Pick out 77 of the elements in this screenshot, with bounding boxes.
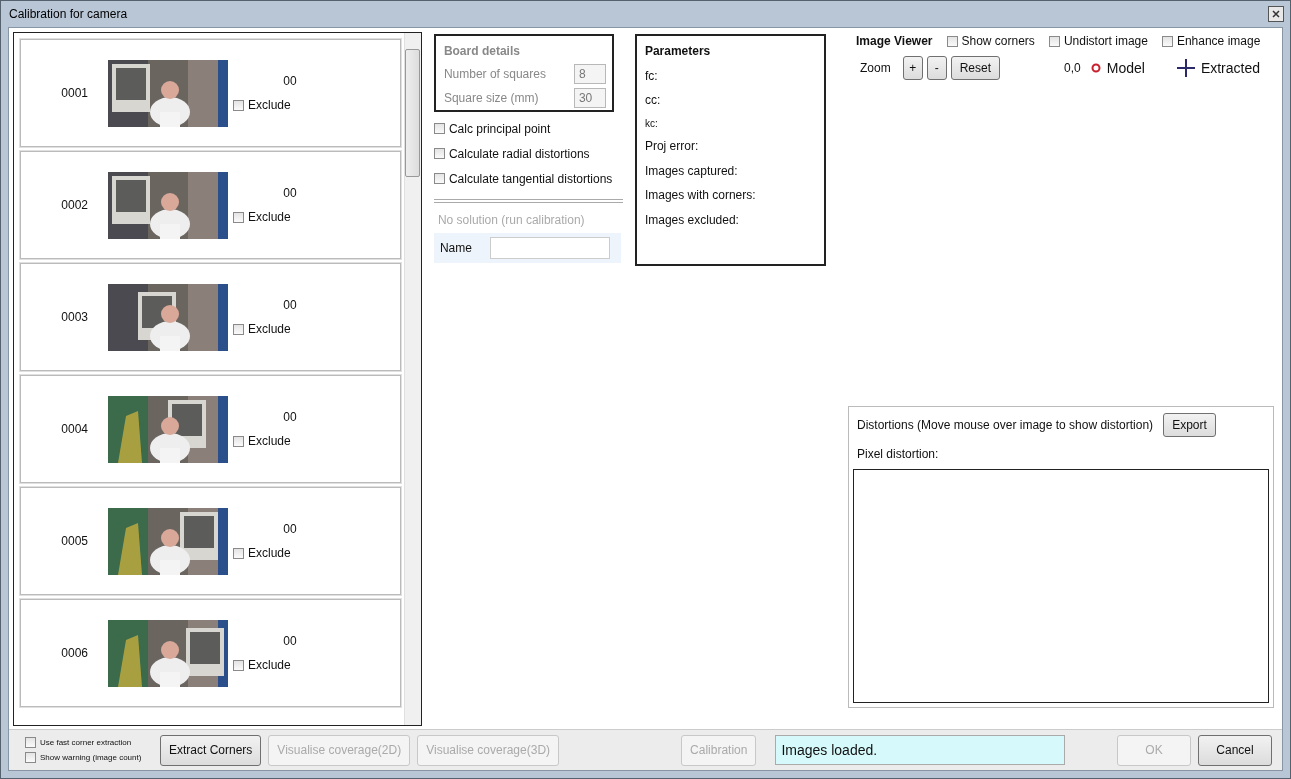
parameter-label: Proj error: [644,139,700,153]
checkbox[interactable] [25,737,36,748]
image-number: 0001 [60,86,88,100]
image-row[interactable]: 0004 00 Exclude [20,375,401,483]
image-number: 0004 [60,422,88,436]
exclude-label: Exclude [248,434,291,448]
checkbox[interactable] [233,99,244,111]
option-label: Calc principal point [448,121,551,136]
checkbox[interactable] [25,752,36,763]
toggle-label: Undistort image [1063,34,1148,48]
parameter-label: fc: [644,68,659,83]
corner-count: 00 [283,410,297,424]
parameter-label: Images with corners: [644,188,757,202]
field-label: Number of squares [443,67,546,81]
exclude-label: Exclude [248,546,291,560]
window-title: Calibration for camera [9,7,128,21]
checkbox[interactable] [433,148,445,159]
solution-status: No solution (run calibration) [436,212,586,229]
zoom-button[interactable]: + [902,56,923,80]
status-field: Images loaded. [775,735,1066,765]
parameter-label: Images excluded: [644,212,740,227]
checkbox[interactable] [1048,35,1060,47]
checkbox[interactable] [433,173,445,184]
toggle-label: Show corners [961,34,1035,48]
viewer-title: Image Viewer [856,34,933,48]
parameter-label: Images captured: [644,163,739,178]
corner-count: 00 [283,298,297,312]
checkbox[interactable] [233,435,244,447]
export-button[interactable]: Export [1163,413,1216,437]
corner-count: 00 [283,186,297,200]
option-label: Calculate tangential distortions [448,171,613,186]
pixel-distortion-label: Pixel distortion: [857,447,940,461]
check-label: Show warning (image count) [40,753,142,762]
name-field[interactable] [489,237,610,259]
corner-count: 00 [283,74,297,88]
parameter-label: cc: [644,93,662,107]
corner-count: 00 [283,634,297,648]
option-label: Calculate radial distortions [448,146,590,161]
name-label: Name [439,241,472,255]
image-row[interactable]: 0001 00 Exclude [20,39,401,147]
exclude-label: Exclude [248,98,291,112]
exclude-label: Exclude [248,322,291,336]
checkbox[interactable] [233,547,244,559]
close-icon[interactable] [1268,6,1284,22]
zoom-button[interactable]: - [926,56,947,80]
legend-label: Model [1106,60,1145,76]
zoom-label: Zoom [860,61,891,75]
legend-label: Extracted [1200,60,1260,76]
image-row[interactable]: 0006 00 Exclude [20,599,401,707]
parameter-label: kc: [644,117,659,129]
image-number: 0006 [60,646,88,660]
field-label: Square size (mm) [443,91,539,105]
checkbox[interactable] [233,659,244,671]
zoom-button[interactable]: Reset [950,56,1001,80]
image-row[interactable]: 0003 00 Exclude [20,263,401,371]
checkbox[interactable] [946,35,958,47]
image-number: 0003 [60,310,88,324]
coordinates: 0,0 [1064,61,1081,75]
cancel-button[interactable]: Cancel [1198,734,1272,766]
panel-title: Parameters [644,44,712,58]
image-row[interactable]: 0002 00 Exclude [20,151,401,259]
check-label: Use fast corner extraction [40,738,132,747]
distortions-title: Distortions (Move mouse over image to show distortion) [857,418,1154,432]
image-number: 0005 [60,534,88,548]
image-number: 0002 [60,198,88,212]
exclude-label: Exclude [248,210,291,224]
checkbox[interactable] [433,123,445,134]
image-row[interactable]: 0005 00 Exclude [20,487,401,595]
scrollbar[interactable] [403,33,421,725]
toggle-label: Enhance image [1176,34,1261,48]
checkbox[interactable] [233,323,244,335]
panel-title: Board details [443,44,521,58]
checkbox[interactable] [233,211,244,223]
checkbox[interactable] [1161,35,1173,47]
action-button[interactable]: Extract Corners [160,734,262,766]
corner-count: 00 [283,522,297,536]
exclude-label: Exclude [248,658,291,672]
